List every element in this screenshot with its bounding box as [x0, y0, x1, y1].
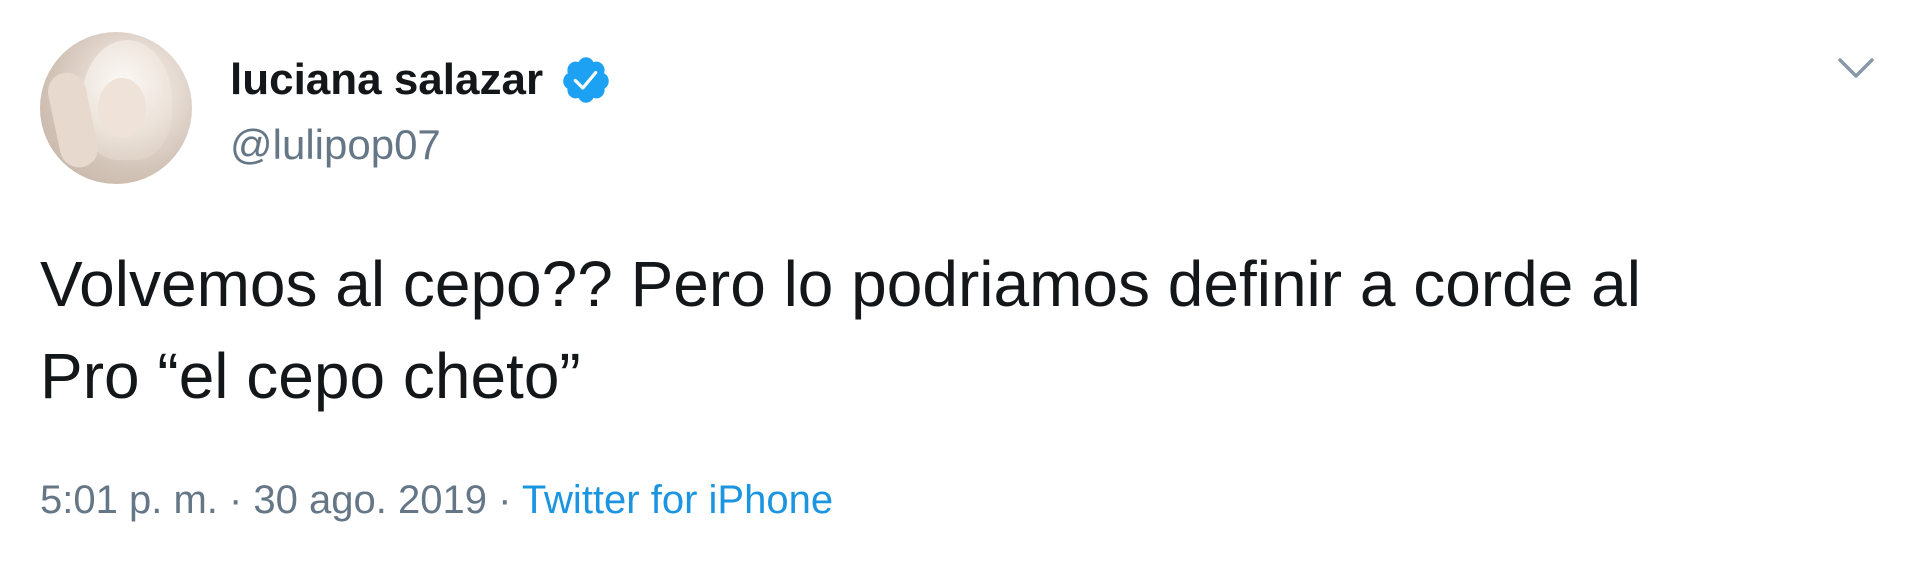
- tweet-source-link[interactable]: Twitter for iPhone: [522, 478, 833, 522]
- avatar-face: [98, 78, 146, 138]
- user-handle[interactable]: @lulipop07: [230, 118, 441, 172]
- tweet-text: Volvemos al cepo?? Pero lo podriamos def…: [40, 248, 1641, 412]
- meta-separator: ·: [217, 478, 254, 522]
- meta-separator: ·: [486, 478, 522, 522]
- avatar[interactable]: [40, 32, 192, 184]
- tweet-date[interactable]: 30 ago. 2019: [253, 478, 487, 522]
- display-name[interactable]: luciana salazar: [230, 52, 543, 108]
- tweet-card: luciana salazar @lulipop07 Volvemos al c…: [0, 0, 1920, 563]
- verified-badge-icon: [563, 57, 609, 103]
- chevron-down-icon[interactable]: [1834, 52, 1878, 84]
- tweet-meta: 5:01 p. m. · 30 ago. 2019 · Twitter for …: [40, 474, 833, 526]
- tweet-time[interactable]: 5:01 p. m.: [40, 478, 218, 522]
